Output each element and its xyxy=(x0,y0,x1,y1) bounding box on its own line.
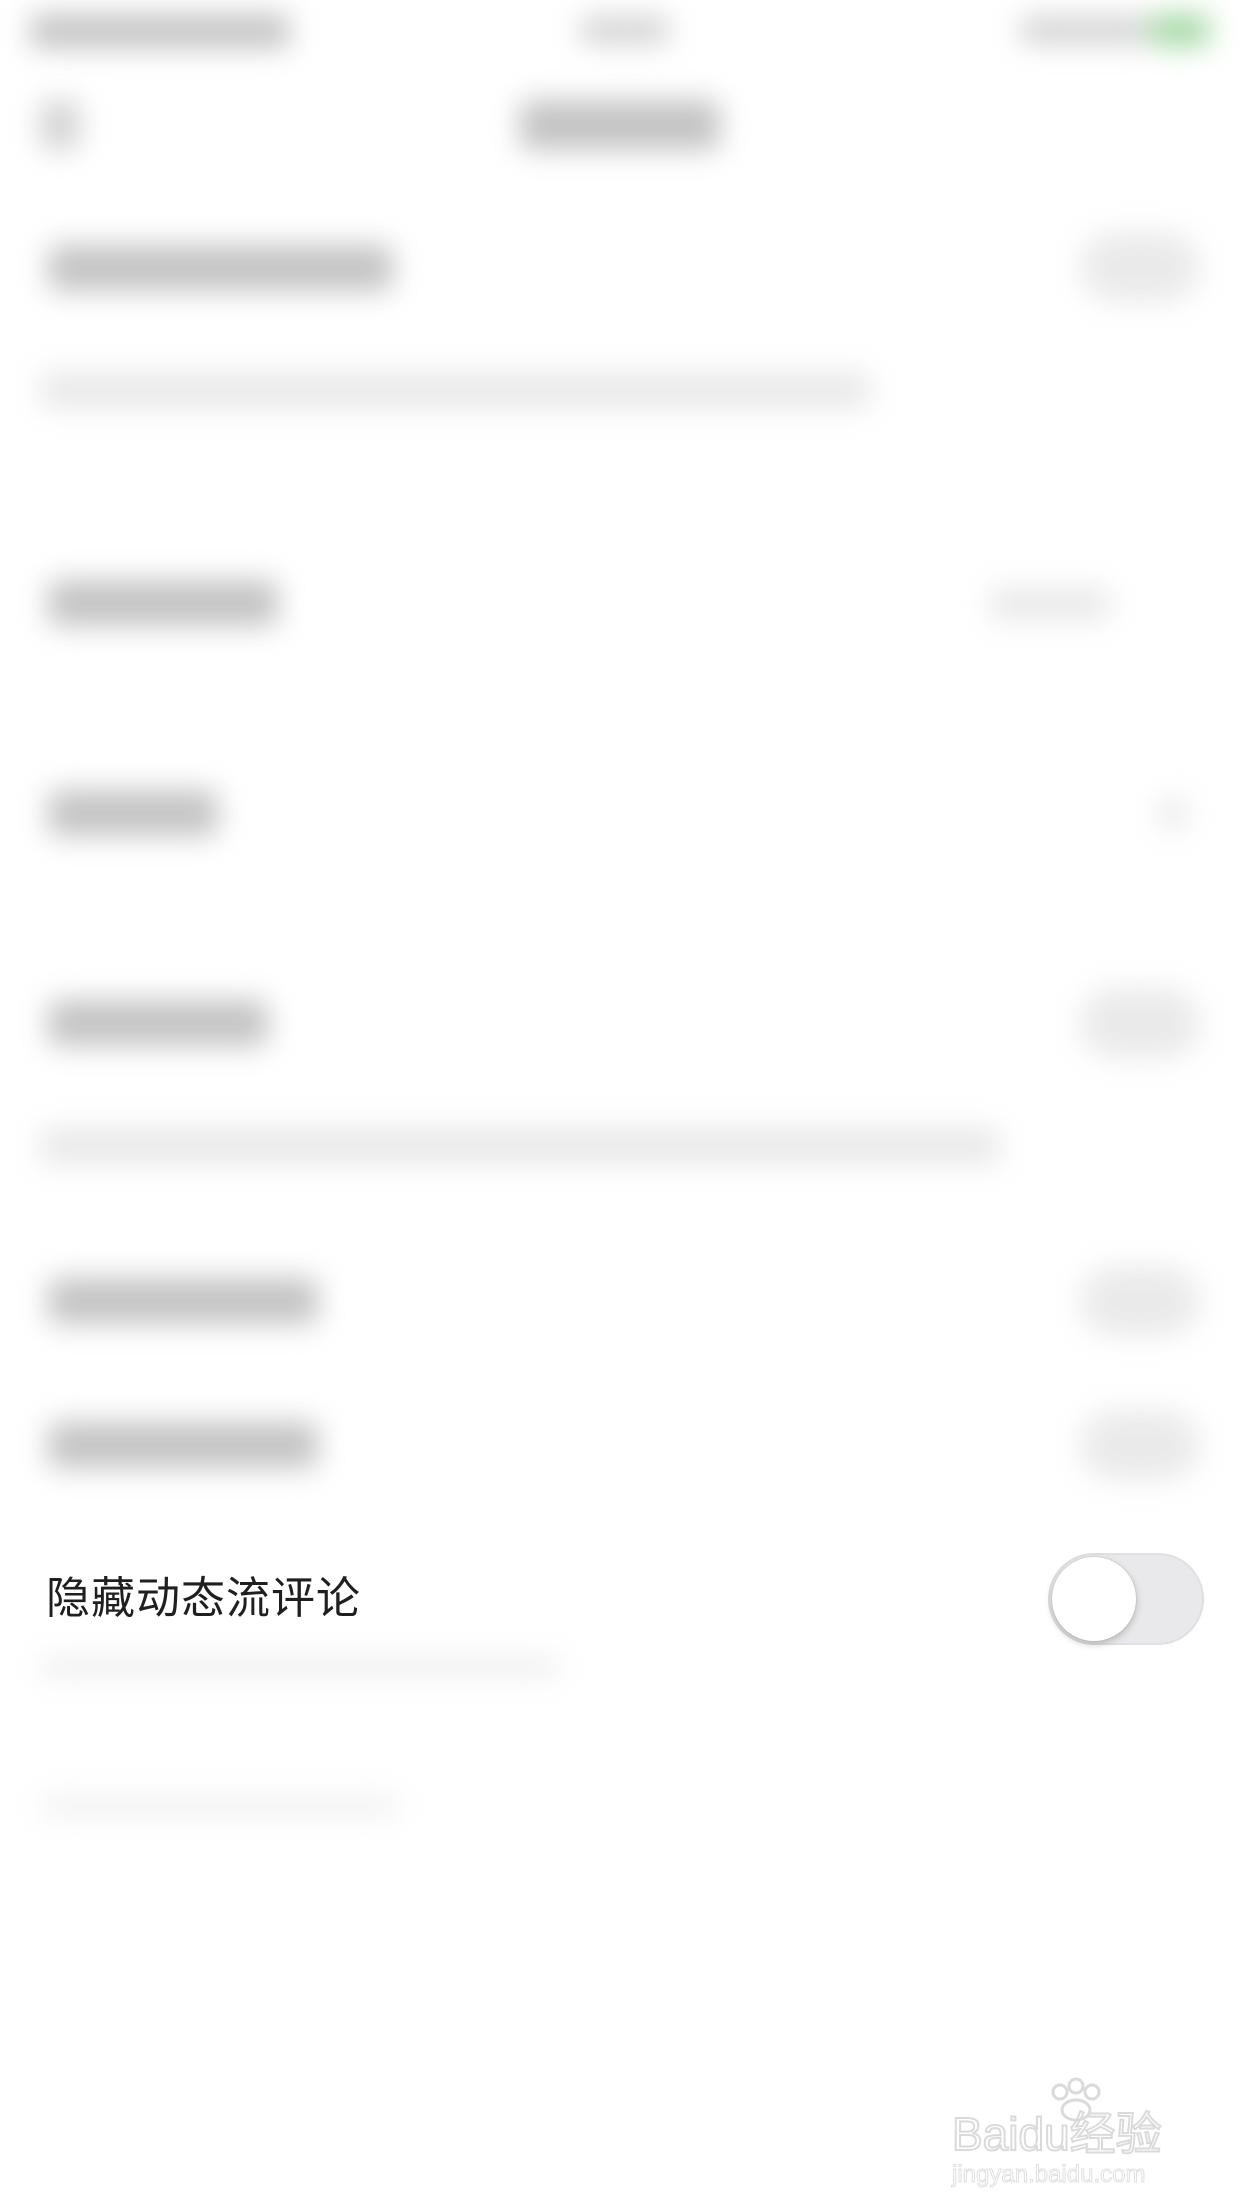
toggle-knob[interactable] xyxy=(1052,1557,1136,1641)
hide-feed-comments-row: 隐藏动态流评论 xyxy=(0,1545,1242,1655)
row4-title-blur xyxy=(48,1000,268,1046)
blurred-background xyxy=(0,0,1242,2208)
row1-desc-blur xyxy=(40,372,870,408)
back-button-blur xyxy=(40,100,80,150)
row3-title-blur xyxy=(48,790,218,836)
row4-toggle-blur xyxy=(1080,988,1200,1058)
watermark-url-text: jingyan.baidu.com xyxy=(951,2161,1145,2188)
divider-blur-1 xyxy=(40,1660,560,1674)
battery-blur xyxy=(1150,14,1210,46)
status-bar-center-blur xyxy=(580,16,670,44)
row5-toggle-blur xyxy=(1080,1266,1200,1336)
status-bar-left-blur xyxy=(30,14,290,48)
row6-title-blur xyxy=(48,1422,318,1468)
row5-title-blur xyxy=(48,1278,318,1324)
watermark-brand-text: Baidu经验 xyxy=(952,2108,1162,2160)
row1-toggle-blur xyxy=(1080,232,1200,302)
divider-blur-2 xyxy=(40,1800,400,1812)
baidu-jingyan-watermark: Baidu经验 jingyan.baidu.com xyxy=(951,2077,1163,2189)
hide-feed-comments-toggle[interactable] xyxy=(1048,1553,1204,1645)
row6-toggle-blur xyxy=(1080,1410,1200,1480)
row2-value-blur xyxy=(990,588,1110,620)
nav-title-blur xyxy=(520,100,720,150)
status-bar-right-blur xyxy=(1020,16,1150,44)
row4-desc-blur xyxy=(40,1128,1000,1164)
row1-title-blur xyxy=(48,245,393,291)
row2-title-blur xyxy=(48,580,278,626)
row3-chevron-blur xyxy=(1160,798,1186,830)
hide-feed-comments-label: 隐藏动态流评论 xyxy=(46,1573,361,1624)
